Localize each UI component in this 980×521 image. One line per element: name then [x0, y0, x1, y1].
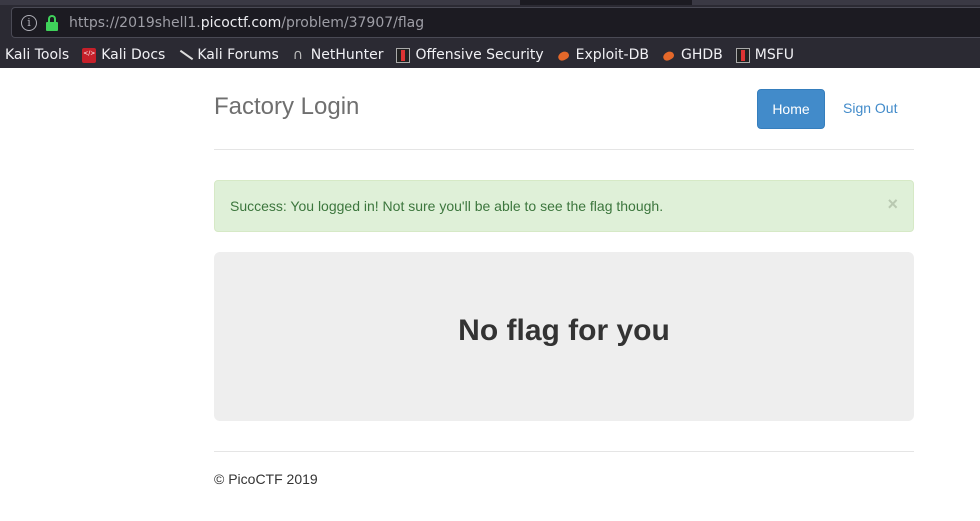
- address-bar[interactable]: i https://2019shell1.picoctf.com/problem…: [11, 7, 980, 38]
- header-divider: [214, 149, 914, 150]
- footer-text: © PicoCTF 2019: [214, 471, 318, 487]
- bookmark-kali-forums[interactable]: Kali Forums: [178, 47, 278, 63]
- ghdb-icon: [662, 48, 676, 63]
- bookmark-ghdb[interactable]: GHDB: [662, 47, 723, 63]
- bookmark-exploit-db[interactable]: Exploit-DB: [557, 47, 649, 63]
- home-button[interactable]: Home: [757, 89, 825, 129]
- bookmark-offensive-security[interactable]: Offensive Security: [396, 47, 544, 63]
- browser-chrome: i https://2019shell1.picoctf.com/problem…: [0, 0, 980, 68]
- exploit-db-icon: [557, 48, 571, 63]
- tab-strip: [0, 0, 980, 5]
- nethunter-icon: [292, 47, 306, 63]
- tab-active-edge[interactable]: [0, 0, 520, 5]
- success-alert: Success: You logged in! Not sure you'll …: [214, 180, 914, 232]
- tab-edge[interactable]: [692, 0, 980, 5]
- alert-message: Success: You logged in! Not sure you'll …: [230, 198, 664, 214]
- sign-out-link[interactable]: Sign Out: [843, 100, 897, 116]
- kali-forums-icon: [178, 48, 192, 63]
- jumbotron: No flag for you: [214, 252, 914, 421]
- bookmark-kali-docs[interactable]: Kali Docs: [82, 47, 165, 63]
- footer-divider: [214, 451, 914, 452]
- bookmark-msfu[interactable]: MSFU: [735, 47, 794, 63]
- info-icon[interactable]: i: [21, 14, 37, 31]
- kali-docs-icon: [82, 47, 97, 63]
- bookmark-kali-tools[interactable]: Kali Tools: [5, 47, 69, 63]
- lock-icon[interactable]: [45, 14, 59, 31]
- bookmark-nethunter[interactable]: NetHunter: [292, 47, 384, 64]
- url-text[interactable]: https://2019shell1.picoctf.com/problem/3…: [69, 15, 424, 31]
- msfu-icon: [735, 47, 750, 63]
- close-icon[interactable]: ×: [887, 194, 898, 215]
- page-title: Factory Login: [214, 93, 360, 120]
- offensive-security-icon: [396, 47, 411, 63]
- bookmarks-bar: Kali Tools Kali Docs Kali Forums NetHunt…: [0, 42, 980, 68]
- flag-heading: No flag for you: [458, 314, 670, 347]
